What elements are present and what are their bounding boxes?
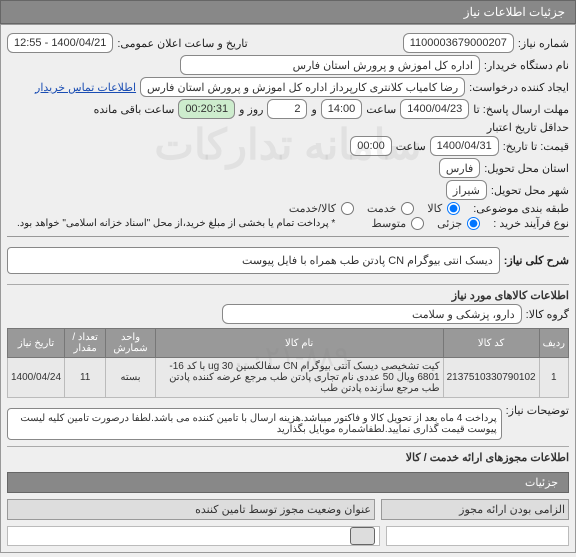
- validity-date: 1400/04/31: [430, 136, 499, 156]
- panel-body: شماره نیاز: 1100003679000207 تاریخ و ساع…: [0, 24, 576, 553]
- need-no-value: 1100003679000207: [403, 33, 514, 53]
- items-table: ردیف کد کالا نام کالا واحد شمارش تعداد /…: [7, 328, 569, 398]
- cell-name: کیت تشخیصی دیسک آنتی بیوگرام CN سفالکسین…: [155, 358, 443, 398]
- buyer-org-label: نام دستگاه خریدار:: [484, 59, 569, 72]
- province-label: استان محل تحویل:: [484, 162, 569, 175]
- days-lbl: روز و: [239, 103, 263, 116]
- group-label: گروه کالا:: [526, 308, 569, 321]
- cell-unit: بسته: [106, 358, 156, 398]
- radio-goods-label: کالا: [427, 202, 442, 215]
- pay-note: * پرداخت تمام یا بخشی از مبلغ خرید،از مح…: [17, 218, 335, 229]
- time-lbl-2: ساعت: [396, 140, 426, 153]
- th-row: ردیف: [539, 329, 568, 358]
- send-time-label: مهلت ارسال پاسخ: تا: [473, 103, 569, 116]
- province-value: فارس: [439, 158, 480, 178]
- send-time: 14:00: [321, 99, 363, 119]
- validity-label: حداقل تاریخ اعتبار: [487, 121, 569, 134]
- buy-type-label: نوع فرآیند خرید :: [493, 217, 569, 230]
- contact-link[interactable]: اطلاعات تماس خریدار: [35, 81, 136, 94]
- th-name: نام کالا: [155, 329, 443, 358]
- panel-header: جزئیات اطلاعات نیاز: [0, 0, 576, 24]
- radio-mid-label: متوسط: [372, 217, 407, 230]
- radio-mid[interactable]: [411, 217, 424, 230]
- radio-low[interactable]: [467, 217, 480, 230]
- th-unit: واحد شمارش: [106, 329, 156, 358]
- radio-gs-label: کالا/خدمت: [289, 202, 336, 215]
- radio-service[interactable]: [401, 202, 414, 215]
- th-qty: تعداد / مقدار: [65, 329, 106, 358]
- items-section-title: اطلاعات کالاهای مورد نیاز: [7, 284, 569, 302]
- radio-low-label: جزئی: [437, 217, 462, 230]
- radio-goods[interactable]: [447, 202, 460, 215]
- remain-lbl: ساعت باقی مانده: [94, 103, 175, 116]
- desc-value: پرداخت 4 ماه بعد از تحویل کالا و فاکتور …: [7, 408, 502, 440]
- panel-title: جزئیات اطلاعات نیاز: [464, 5, 565, 19]
- bottom-cell-1: [386, 526, 569, 546]
- radio-service-label: خدمت: [367, 202, 396, 215]
- requester-value: رضا کامیاب کلانتری کارپرداز اداره کل امو…: [140, 77, 465, 97]
- cell-code: 2137510330790102: [443, 358, 539, 398]
- perm-section-title: اطلاعات مجوزهای ارائه خدمت / کالا: [7, 446, 569, 464]
- th-date: تاریخ نیاز: [8, 329, 65, 358]
- cell-date: 1400/04/24: [8, 358, 65, 398]
- details-header: جزئیات: [7, 472, 569, 493]
- price-to-label: قیمت: تا تاریخ:: [503, 140, 569, 153]
- table-row: 1 2137510330790102 کیت تشخیصی دیسک آنتی …: [8, 358, 569, 398]
- days-val: 2: [267, 99, 307, 119]
- bottom-col-2: عنوان وضعیت مجوز توسط تامین کننده: [7, 499, 375, 520]
- requester-label: ایجاد کننده درخواست:: [469, 81, 569, 94]
- announce-value: 1400/04/21 - 12:55: [7, 33, 113, 53]
- desc-label: توضیحات نیاز:: [506, 404, 569, 417]
- cell-qty: 11: [65, 358, 106, 398]
- th-code: کد کالا: [443, 329, 539, 358]
- bottom-cell-2: [7, 526, 380, 546]
- radio-goods-service[interactable]: [341, 202, 354, 215]
- validity-time: 00:00: [350, 136, 392, 156]
- send-date: 1400/04/23: [400, 99, 469, 119]
- remain-val: 00:20:31: [178, 99, 235, 119]
- and-lbl: و: [311, 103, 316, 116]
- group-value: دارو، پزشکی و سلامت: [222, 304, 522, 324]
- city-label: شهر محل تحویل:: [491, 184, 569, 197]
- buyer-org-value: اداره کل اموزش و پرورش استان فارس: [180, 55, 480, 75]
- time-lbl-1: ساعت: [366, 103, 396, 116]
- city-value: شیراز: [446, 180, 487, 200]
- announce-label: تاریخ و ساعت اعلان عمومی:: [117, 37, 247, 50]
- cell-idx: 1: [539, 358, 568, 398]
- need-title-label: شرح کلی نیاز:: [504, 254, 569, 267]
- need-no-label: شماره نیاز:: [518, 37, 569, 50]
- subject-class-label: طبقه بندی موضوعی:: [473, 202, 569, 215]
- need-title-value: دیسک انتی بیوگرام CN پادتن طب همراه با ف…: [7, 247, 500, 274]
- bottom-col-1: الزامی بودن ارائه مجوز: [381, 499, 569, 520]
- bottom-button[interactable]: [350, 527, 375, 545]
